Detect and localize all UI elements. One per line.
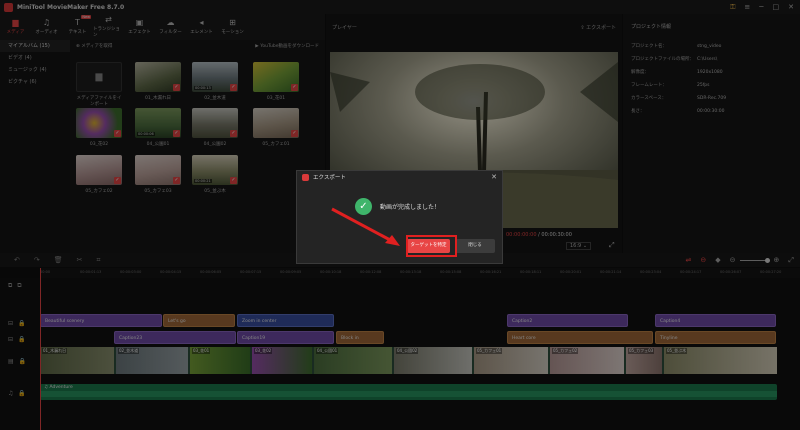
app-logo <box>302 173 309 181</box>
close-icon[interactable]: ✕ <box>491 173 497 181</box>
close-button[interactable]: 閉じる <box>455 239 495 253</box>
pointer-arrow <box>331 207 400 246</box>
dialog-title: エクスポート <box>313 175 346 181</box>
highlight-box <box>406 235 457 257</box>
